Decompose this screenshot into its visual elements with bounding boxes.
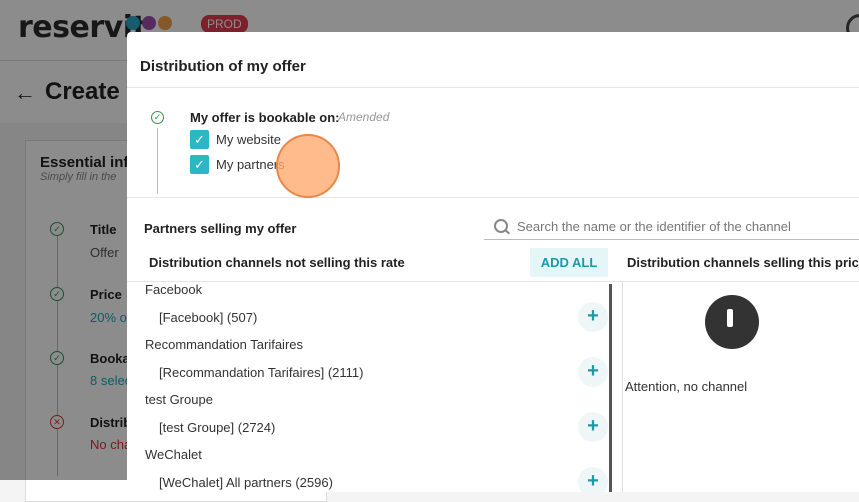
- channel-item: [Recommandation Tarifaires] (2111): [159, 365, 364, 380]
- warning-icon: [705, 295, 759, 349]
- divider: [127, 197, 859, 198]
- channel-group-name: Facebook: [145, 282, 203, 297]
- column-divider: [622, 282, 623, 492]
- channel-group-name: Recommandation Tarifaires: [145, 337, 303, 352]
- add-channel-button[interactable]: +: [578, 302, 608, 332]
- list-scrollbar[interactable]: [609, 284, 612, 492]
- my-website-checkbox[interactable]: ✓: [190, 130, 209, 149]
- bookable-label: My offer is bookable on:: [190, 110, 340, 125]
- distribution-modal: Distribution of my offer ✓ My offer is b…: [127, 32, 859, 492]
- search-underline: [484, 239, 859, 240]
- channel-search-input[interactable]: [517, 216, 857, 236]
- not-selling-column-title: Distribution channels not selling this r…: [149, 255, 405, 270]
- my-partners-label[interactable]: My partners: [216, 157, 285, 172]
- partners-title: Partners selling my offer: [144, 221, 297, 236]
- channel-list[interactable]: Facebook [Facebook] (507) + Recommandati…: [127, 282, 613, 492]
- channel-group-name: WeChalet: [145, 447, 202, 462]
- search-icon: [494, 219, 508, 233]
- step-line: [157, 128, 158, 194]
- add-channel-button[interactable]: +: [578, 412, 608, 442]
- channel-item: [WeChalet] All partners (2596): [159, 475, 333, 490]
- channel-group-name: test Groupe: [145, 392, 213, 407]
- my-website-label[interactable]: My website: [216, 132, 281, 147]
- my-partners-checkbox[interactable]: ✓: [190, 155, 209, 174]
- add-channel-button[interactable]: +: [578, 357, 608, 387]
- channel-item: [test Groupe] (2724): [159, 420, 276, 435]
- amended-tag: Amended: [338, 110, 390, 124]
- channel-item: [Facebook] (507): [159, 310, 258, 325]
- divider: [127, 87, 859, 88]
- selling-column-title: Distribution channels selling this price: [627, 255, 859, 270]
- empty-selling-message: Attention, no channel: [625, 379, 748, 394]
- check-circle-icon: ✓: [151, 111, 164, 124]
- modal-title: Distribution of my offer: [140, 58, 306, 75]
- add-all-button[interactable]: ADD ALL: [530, 248, 608, 277]
- cursor-highlight: [276, 134, 340, 198]
